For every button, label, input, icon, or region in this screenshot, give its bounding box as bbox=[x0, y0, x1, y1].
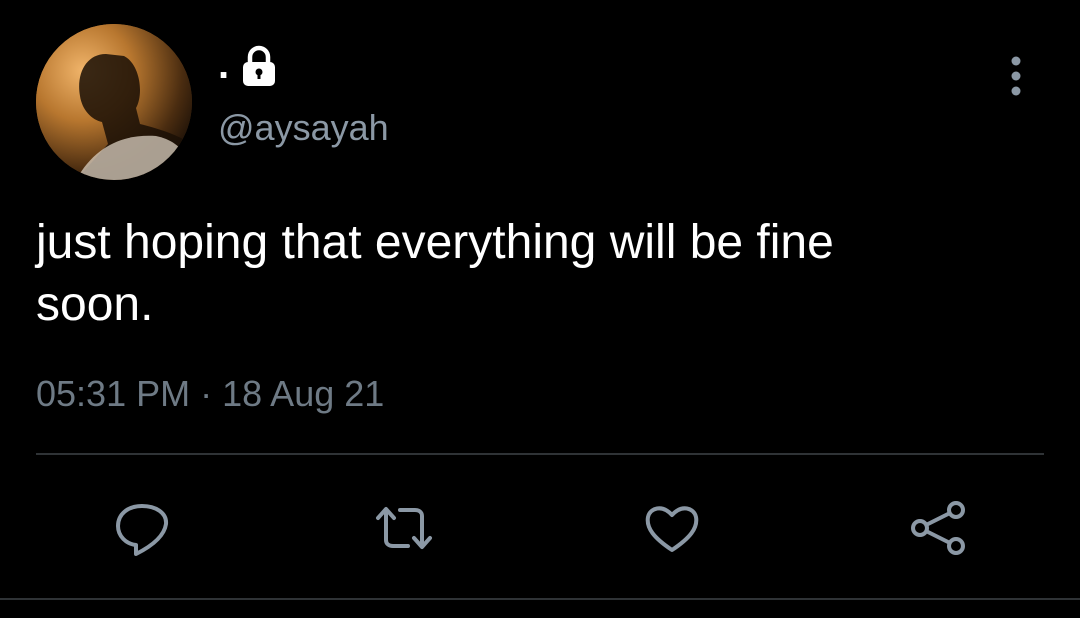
timestamp-separator: · bbox=[200, 373, 213, 414]
tweet-date: 18 Aug 21 bbox=[222, 373, 385, 414]
heart-icon bbox=[645, 506, 699, 552]
retweet-button[interactable] bbox=[374, 498, 434, 558]
tweet-card: . @aysayah just hoping that everything w… bbox=[0, 0, 1080, 618]
reply-button[interactable] bbox=[112, 498, 172, 558]
divider bbox=[36, 453, 1044, 455]
share-icon bbox=[911, 501, 965, 555]
display-name[interactable]: . bbox=[218, 45, 229, 85]
lock-icon bbox=[237, 43, 281, 87]
name-row: . bbox=[218, 40, 281, 90]
retweet-icon bbox=[376, 507, 432, 549]
bottom-divider bbox=[0, 598, 1080, 600]
tweet-text: just hoping that everything will be fine… bbox=[36, 216, 834, 331]
user-handle[interactable]: @aysayah bbox=[218, 110, 389, 146]
avatar-image bbox=[36, 24, 192, 180]
tweet-time: 05:31 PM bbox=[36, 373, 191, 414]
tweet-timestamp: 05:31 PM · 18 Aug 21 bbox=[36, 376, 384, 412]
share-button[interactable] bbox=[908, 498, 968, 558]
more-vertical-icon[interactable] bbox=[1004, 54, 1028, 98]
avatar[interactable] bbox=[36, 24, 192, 180]
reply-icon bbox=[116, 504, 169, 556]
like-button[interactable] bbox=[642, 498, 702, 558]
